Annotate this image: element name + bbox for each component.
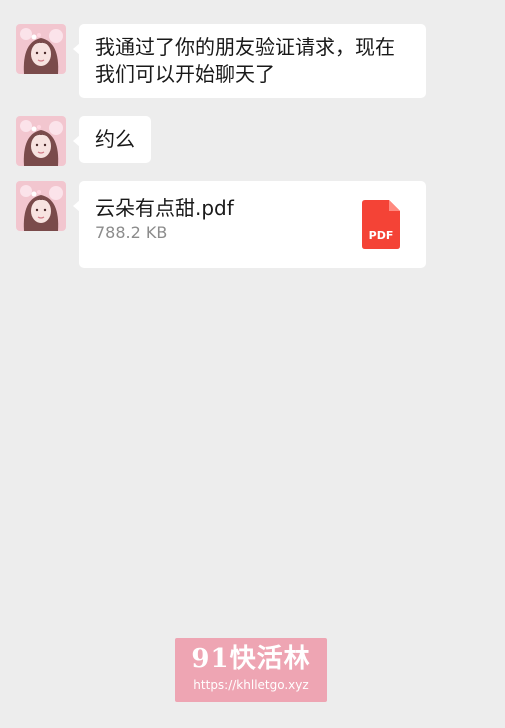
message-text: 我通过了你的朋友验证请求，现在我们可以开始聊天了 [95,35,395,86]
message-bubble[interactable]: 我通过了你的朋友验证请求，现在我们可以开始聊天了 [73,24,426,98]
avatar[interactable] [16,24,66,74]
pdf-file-icon: PDF [362,200,400,249]
message-row: 约么 [16,116,151,166]
avatar[interactable] [16,116,66,166]
message-row: 云朵有点甜.pdf 788.2 KB PDF [16,181,426,268]
watermark-url: https://khlletgo.xyz [193,678,309,692]
watermark: 91快活林 https://khlletgo.xyz [175,638,327,702]
message-bubble[interactable]: 约么 [73,116,151,163]
file-message-bubble[interactable]: 云朵有点甜.pdf 788.2 KB PDF [73,181,426,268]
avatar[interactable] [16,181,66,231]
watermark-title: 91快活林 [191,644,311,674]
message-text: 约么 [95,127,135,151]
message-row: 我通过了你的朋友验证请求，现在我们可以开始聊天了 [16,24,426,98]
pdf-label: PDF [368,229,394,242]
